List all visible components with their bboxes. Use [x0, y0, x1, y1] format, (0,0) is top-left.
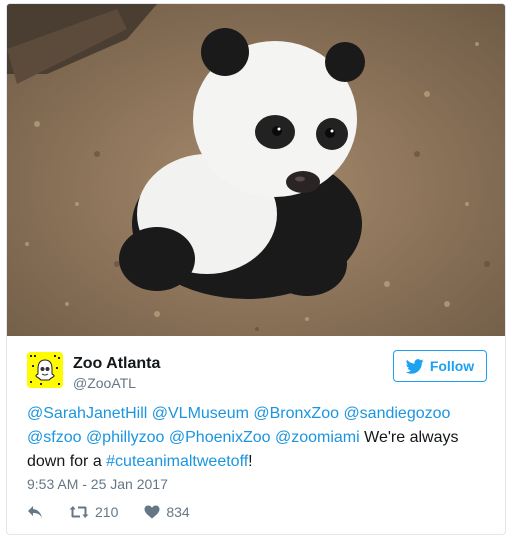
snapcode-ghost-icon — [27, 352, 63, 388]
panda-photo[interactable] — [7, 4, 505, 336]
tweet-header: Zoo Atlanta @ZooATL Follow — [27, 350, 487, 392]
reply-icon — [28, 506, 42, 518]
like-button[interactable]: 834 — [144, 504, 190, 520]
follow-button[interactable]: Follow — [393, 350, 487, 382]
mention-link[interactable]: @PhoenixZoo — [169, 429, 271, 446]
account-name[interactable]: Zoo Atlanta — [73, 354, 160, 374]
mention-link[interactable]: @VLMuseum — [152, 405, 249, 422]
like-count: 834 — [166, 504, 190, 520]
tweet-actions: 210 834 — [27, 502, 216, 522]
mention-link[interactable]: @phillyzoo — [86, 429, 165, 446]
retweet-icon — [69, 506, 89, 518]
mention-link[interactable]: @BronxZoo — [253, 405, 339, 422]
follow-label: Follow — [429, 358, 475, 374]
retweet-count: 210 — [95, 504, 119, 520]
mention-link[interactable]: @sandiegozoo — [343, 405, 450, 422]
panda-image — [7, 4, 505, 336]
tweet-text: @SarahJanetHill @VLMuseum @BronxZoo @san… — [27, 402, 487, 474]
twitter-bird-icon — [405, 358, 424, 374]
mention-link[interactable]: @sfzoo — [27, 429, 81, 446]
account-handle[interactable]: @ZooATL — [73, 374, 136, 392]
reply-button[interactable] — [27, 505, 43, 519]
retweet-button[interactable]: 210 — [69, 504, 118, 520]
tweet-text-segment: ! — [248, 453, 253, 470]
avatar[interactable] — [27, 352, 63, 388]
tweet-card: Zoo Atlanta @ZooATL Follow @SarahJanetHi… — [6, 3, 506, 535]
mention-link[interactable]: @SarahJanetHill — [27, 405, 147, 422]
hashtag-link[interactable]: #cuteanimaltweetoff — [106, 453, 248, 470]
mention-link[interactable]: @zoomiami — [275, 429, 360, 446]
heart-icon — [144, 505, 160, 519]
tweet-timestamp[interactable]: 9:53 AM - 25 Jan 2017 — [27, 474, 168, 494]
